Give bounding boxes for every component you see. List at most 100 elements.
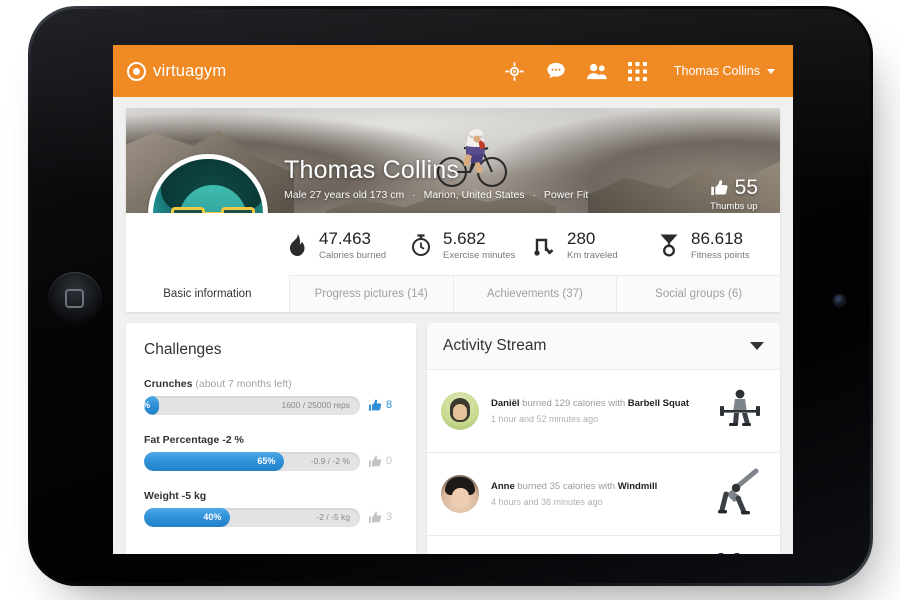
stat-calories-burned: 47.463 Calories burned [284, 229, 408, 261]
gluteus-bar-figure-icon [718, 552, 740, 554]
activity-exercise: Windmill [617, 480, 658, 492]
tab-social-groups[interactable]: Social groups (6) [616, 275, 780, 312]
stat-fitness-points: 86.618 Fitness points [656, 229, 780, 261]
challenge-progress-text: 1600 / 25000 reps [281, 400, 350, 411]
tab-achievements[interactable]: Achievements (37) [452, 275, 617, 312]
thumbs-up-badge[interactable]: 55 Thumbs up [710, 176, 758, 212]
challenge-item: Weight -5 kg 40% -2 / -5 kg 3 [144, 490, 398, 527]
challenge-percent: 40% [203, 512, 222, 523]
challenge-like-count: 3 [386, 511, 393, 524]
challenges-panel: Challenges Crunches (about 7 months left… [126, 322, 416, 554]
challenge-progress-fill: 65% [144, 451, 285, 471]
challenge-percent: 7% [144, 400, 150, 410]
profile-card: Thomas Collins Male 27 years old 173 cm … [126, 108, 780, 312]
front-camera [834, 295, 845, 306]
challenge-progress-bar[interactable]: 65% -0.9 / -2 % [144, 451, 360, 471]
challenge-name: Crunches [144, 377, 193, 390]
activity-stream-panel: Activity Stream Daniël burned 129 calori… [427, 322, 780, 554]
challenge-like-count: 0 [386, 455, 393, 468]
challenge-label: Fat Percentage -2 % [144, 434, 398, 446]
activity-text: Anne burned 35 calories with Windmill 4 … [491, 480, 702, 507]
stat-label: Exercise minutes [443, 249, 516, 261]
list-item[interactable]: Anne burned 35 calories with Windmill 4 … [427, 453, 780, 536]
activity-user: Anne [491, 480, 515, 492]
challenge-progress-bar[interactable]: 40% -2 / -5 kg [144, 507, 360, 527]
tablet-bezel: virtuagym Thomas Collins Thomas Collins … [31, 9, 870, 583]
people-icon[interactable] [586, 60, 608, 82]
stat-value: 86.618 [691, 229, 743, 248]
page-title: Thomas Collins [284, 155, 460, 184]
stat-label: Km traveled [567, 249, 618, 261]
tablet-device: virtuagym Thomas Collins Thomas Collins … [28, 6, 873, 586]
profile-meta-plan: Power Fit [543, 189, 589, 201]
challenge-progress-text: -2 / -5 kg [316, 512, 350, 523]
medal-icon [656, 230, 682, 260]
avatar-sunglasses-icon [171, 207, 255, 213]
content-columns: Challenges Crunches (about 7 months left… [126, 322, 780, 554]
challenge-like-count: 8 [386, 399, 393, 412]
challenge-item: Fat Percentage -2 % 65% -0.9 / -2 % 0 [144, 434, 398, 471]
list-item[interactable]: Julia burned 94 calories with Gluteus Ba… [427, 536, 780, 554]
activity-time: 1 hour and 52 minutes ago [491, 414, 599, 425]
stat-value: 5.682 [443, 229, 486, 248]
barbell-squat-figure-icon [720, 389, 760, 426]
screenshot-scene: virtuagym Thomas Collins Thomas Collins … [0, 0, 900, 600]
chat-bubble-icon[interactable] [545, 60, 567, 82]
challenge-progress-fill: 7% [144, 395, 160, 415]
home-button[interactable] [48, 272, 102, 326]
thumbs-up-icon [368, 455, 382, 467]
challenge-like-button[interactable]: 3 [368, 510, 398, 525]
list-item[interactable]: Daniël burned 129 calories with Barbell … [427, 370, 780, 453]
tab-basic-information[interactable]: Basic information [126, 274, 289, 312]
avatar [148, 154, 268, 213]
profile-tabs: Basic information Progress pictures (14)… [126, 274, 780, 312]
avatar [441, 391, 479, 430]
tablet-screen: virtuagym Thomas Collins Thomas Collins … [113, 45, 793, 554]
tab-progress-pictures[interactable]: Progress pictures (14) [288, 275, 453, 312]
stat-value: 280 [567, 229, 596, 248]
challenge-item: Crunches (about 7 months left) 7% 1600 /… [144, 378, 398, 415]
crosshair-icon[interactable] [504, 60, 526, 82]
grid-apps-icon[interactable] [627, 60, 649, 82]
meta-separator-2: · [532, 189, 536, 201]
stat-exercise-minutes: 5.682 Exercise minutes [408, 229, 532, 261]
activity-text: Daniël burned 129 calories with Barbell … [491, 397, 702, 424]
thumbs-up-icon [368, 511, 382, 523]
chevron-down-icon[interactable] [750, 341, 764, 350]
challenge-percent: 65% [257, 456, 276, 467]
stat-label: Fitness points [691, 249, 750, 261]
challenge-progress-bar[interactable]: 7% 1600 / 25000 reps [144, 395, 360, 415]
challenge-label: Crunches (about 7 months left) [144, 378, 398, 390]
windmill-figure-icon [718, 468, 759, 515]
challenge-name: Fat Percentage -2 % [144, 433, 244, 446]
activity-middle: burned 129 calories with [519, 397, 628, 409]
home-square-icon [65, 289, 84, 308]
user-menu[interactable]: Thomas Collins [674, 64, 775, 78]
challenges-title: Challenges [144, 340, 222, 358]
stat-label: Calories burned [319, 249, 387, 261]
activity-exercise: Barbell Squat [627, 397, 690, 409]
challenge-progress-text: -0.9 / -2 % [310, 456, 350, 467]
profile-meta: Male 27 years old 173 cm · Marion, Unite… [284, 189, 588, 201]
challenge-like-button[interactable]: 8 [368, 398, 398, 413]
avatar-container[interactable]: PRO [148, 154, 268, 213]
avatar [441, 474, 479, 513]
challenge-progress-fill: 40% [144, 507, 231, 527]
user-menu-label: Thomas Collins [673, 64, 760, 78]
activity-time: 4 hours and 38 minutes ago [491, 497, 603, 508]
flame-icon [284, 230, 310, 260]
thumbs-up-icon [368, 399, 382, 411]
thumbs-up-icon [710, 180, 728, 196]
stat-value: 47.463 [319, 229, 371, 248]
brand-logo[interactable]: virtuagym [127, 61, 226, 81]
challenge-sub: (about 7 months left) [195, 377, 292, 390]
challenge-like-button[interactable]: 0 [368, 454, 398, 469]
target-circle-logo-icon [127, 61, 146, 81]
thumbs-up-label: Thumbs up [710, 201, 758, 212]
meta-separator-1: · [412, 189, 416, 201]
top-navigation-bar: virtuagym Thomas Collins [113, 45, 793, 97]
profile-name-block: Thomas Collins Male 27 years old 173 cm … [284, 155, 588, 201]
activity-middle: burned 35 calories with [514, 480, 618, 492]
activity-stream-header: Activity Stream [427, 322, 780, 370]
activity-stream-title: Activity Stream [443, 336, 547, 354]
